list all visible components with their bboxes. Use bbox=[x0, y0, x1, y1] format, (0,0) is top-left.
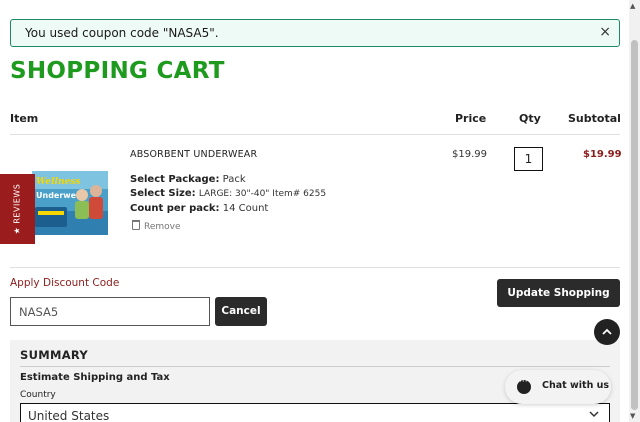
option-size: Select Size: LARGE: 30"-40" Item# 6255 bbox=[130, 188, 326, 199]
header-divider bbox=[10, 134, 620, 135]
scroll-down-arrow-icon[interactable]: ▼ bbox=[630, 412, 635, 420]
option-count: Count per pack: 14 Count bbox=[130, 203, 268, 214]
option-package-value: Pack bbox=[222, 174, 246, 185]
option-size-value: LARGE: 30"-40" Item# 6255 bbox=[198, 189, 327, 199]
remove-label: Remove bbox=[144, 222, 181, 232]
product-name[interactable]: ABSORBENT UNDERWEAR bbox=[130, 149, 257, 160]
product-thumbnail[interactable]: Wellness Underwear bbox=[32, 171, 108, 235]
option-count-value: 14 Count bbox=[222, 203, 269, 214]
header-qty: Qty bbox=[519, 112, 541, 125]
close-icon[interactable]: × bbox=[599, 24, 611, 40]
item-subtotal: $19.99 bbox=[583, 149, 622, 160]
option-package: Select Package: Pack bbox=[130, 174, 246, 185]
chevron-down-icon bbox=[589, 407, 599, 422]
header-price: Price bbox=[455, 112, 487, 125]
scroll-up-arrow-icon[interactable]: ▲ bbox=[630, 2, 635, 10]
page-scrollbar[interactable]: ▲ ▼ bbox=[629, 0, 640, 422]
chat-widget-button[interactable]: Chat with us bbox=[505, 370, 611, 404]
chat-label: Chat with us bbox=[542, 380, 610, 391]
product-image-brand: Wellness bbox=[36, 177, 80, 187]
cancel-button[interactable]: Cancel bbox=[215, 297, 267, 326]
chevron-up-icon bbox=[602, 328, 612, 335]
update-cart-button[interactable]: Update Shopping Cart bbox=[497, 279, 620, 327]
remove-button[interactable]: Remove bbox=[132, 220, 181, 232]
coupon-notice-text: You used coupon code "NASA5". bbox=[25, 26, 219, 40]
discount-code-input[interactable] bbox=[10, 297, 210, 326]
estimate-shipping-label[interactable]: Estimate Shipping and Tax bbox=[20, 372, 170, 383]
summary-title: SUMMARY bbox=[20, 348, 89, 362]
row-divider bbox=[10, 267, 620, 268]
country-value: United States bbox=[28, 409, 110, 422]
option-size-label: Select Size: bbox=[130, 188, 196, 199]
scrollbar-thumb[interactable] bbox=[631, 40, 638, 410]
reviews-tab[interactable]: ★ REVIEWS bbox=[0, 174, 35, 244]
header-item: Item bbox=[10, 112, 39, 125]
reviews-tab-label: ★ REVIEWS bbox=[12, 183, 22, 235]
option-package-label: Select Package: bbox=[130, 174, 220, 185]
country-select[interactable]: United States bbox=[20, 403, 610, 422]
summary-divider bbox=[20, 366, 610, 367]
item-price: $19.99 bbox=[452, 149, 487, 160]
quantity-input[interactable]: 1 bbox=[514, 147, 543, 171]
scroll-to-top-button[interactable] bbox=[594, 319, 620, 345]
coupon-notice: You used coupon code "NASA5". × bbox=[10, 19, 620, 47]
country-label: Country bbox=[20, 390, 56, 400]
trash-icon bbox=[132, 220, 140, 230]
chat-bubble-icon bbox=[517, 377, 531, 394]
discount-label[interactable]: Apply Discount Code bbox=[10, 277, 119, 289]
page-title: SHOPPING CART bbox=[10, 58, 225, 84]
header-subtotal: Subtotal bbox=[568, 112, 621, 125]
option-count-label: Count per pack: bbox=[130, 203, 220, 214]
